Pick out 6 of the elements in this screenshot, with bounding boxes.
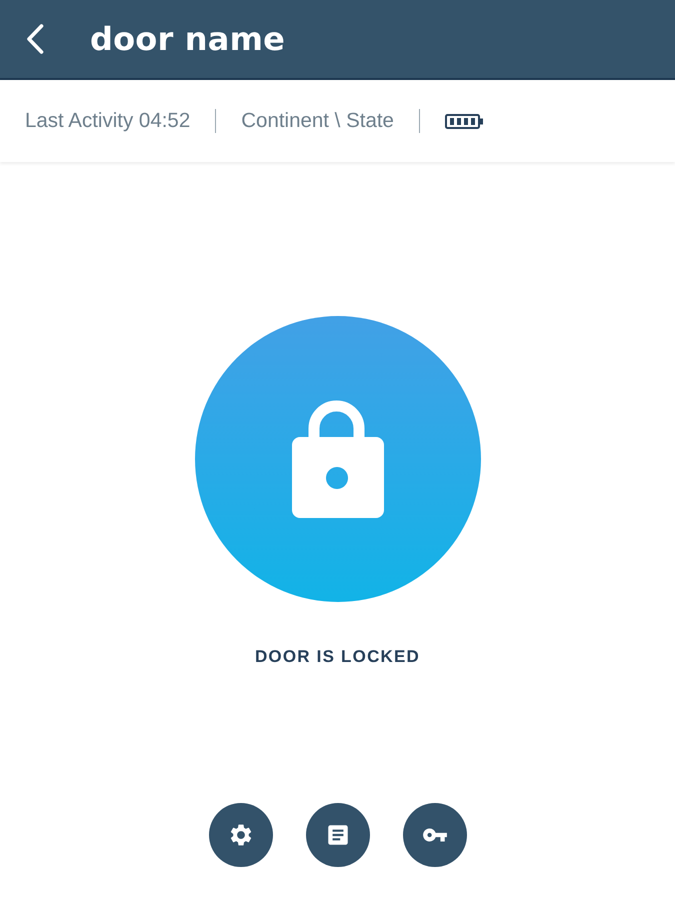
battery-icon — [444, 114, 484, 128]
last-activity-text: Last Activity 04:52 — [25, 109, 190, 133]
location-text: Continent \ State — [241, 109, 394, 133]
lock-status-text: DOOR IS LOCKED — [254, 647, 420, 667]
door-title: door name — [90, 20, 286, 58]
back-chevron-icon — [26, 24, 44, 54]
